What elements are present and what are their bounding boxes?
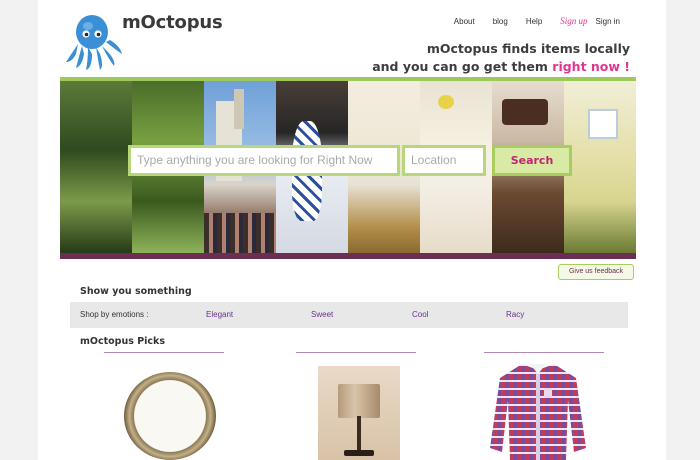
nav-signin-link[interactable]: Sign in xyxy=(596,17,620,26)
lamp-shade-shape xyxy=(338,384,380,418)
show-section-title: Show you something xyxy=(80,286,192,297)
nav-about-link[interactable]: About xyxy=(454,17,475,26)
tagline-line1: mOctopus finds items locally xyxy=(426,41,630,56)
page: mOctopus About blog Help Sign up Sign in… xyxy=(38,0,666,460)
search-input[interactable]: Type anything you are looking for Right … xyxy=(128,145,400,176)
tagline-line2: and you can go get them right now ! xyxy=(372,58,630,76)
pick-mirror-image[interactable] xyxy=(124,372,216,460)
hero-tile-house xyxy=(564,81,636,253)
brand-name[interactable]: mOctopus xyxy=(122,12,223,33)
nav-help-link[interactable]: Help xyxy=(526,17,542,26)
feedback-button[interactable]: Give us feedback xyxy=(558,264,634,280)
octopus-logo-icon[interactable] xyxy=(64,10,124,72)
flower-shape xyxy=(438,95,454,109)
crowd-shape xyxy=(204,213,276,253)
picks-title: mOctopus Picks xyxy=(80,336,166,347)
hero-bottom-bar xyxy=(60,253,636,259)
tagline: mOctopus finds items locally and you can… xyxy=(372,40,630,76)
pick-lamp-image[interactable] xyxy=(318,366,400,460)
tower-shape xyxy=(234,89,244,129)
emotion-elegant-link[interactable]: Elegant xyxy=(206,310,233,319)
top-nav: About blog Help Sign up Sign in xyxy=(436,16,620,26)
nav-signup-link[interactable]: Sign up xyxy=(560,16,587,26)
pick-divider xyxy=(296,352,416,353)
nav-blog-link[interactable]: blog xyxy=(493,17,508,26)
emotion-cool-link[interactable]: Cool xyxy=(412,310,428,319)
lamp-base-shape xyxy=(344,450,374,456)
emotions-bar: Shop by emotions : Elegant Sweet Cool Ra… xyxy=(70,302,628,328)
pillow-shape xyxy=(502,99,548,125)
tagline-line2-prefix: and you can go get them xyxy=(372,59,553,74)
emotions-label: Shop by emotions : xyxy=(80,310,149,319)
tagline-highlight: right now ! xyxy=(552,59,630,74)
search-button[interactable]: Search xyxy=(492,145,572,176)
pick-divider xyxy=(104,352,224,353)
lamp-stem-shape xyxy=(357,416,361,452)
pick-shirt-image[interactable] xyxy=(490,360,586,460)
window-shape xyxy=(588,109,618,139)
location-input[interactable]: Location xyxy=(402,145,486,176)
emotion-sweet-link[interactable]: Sweet xyxy=(311,310,333,319)
hero-tile-greens xyxy=(60,81,132,253)
search-bar: Type anything you are looking for Right … xyxy=(128,145,572,176)
emotion-racy-link[interactable]: Racy xyxy=(506,310,524,319)
pick-divider xyxy=(484,352,604,353)
